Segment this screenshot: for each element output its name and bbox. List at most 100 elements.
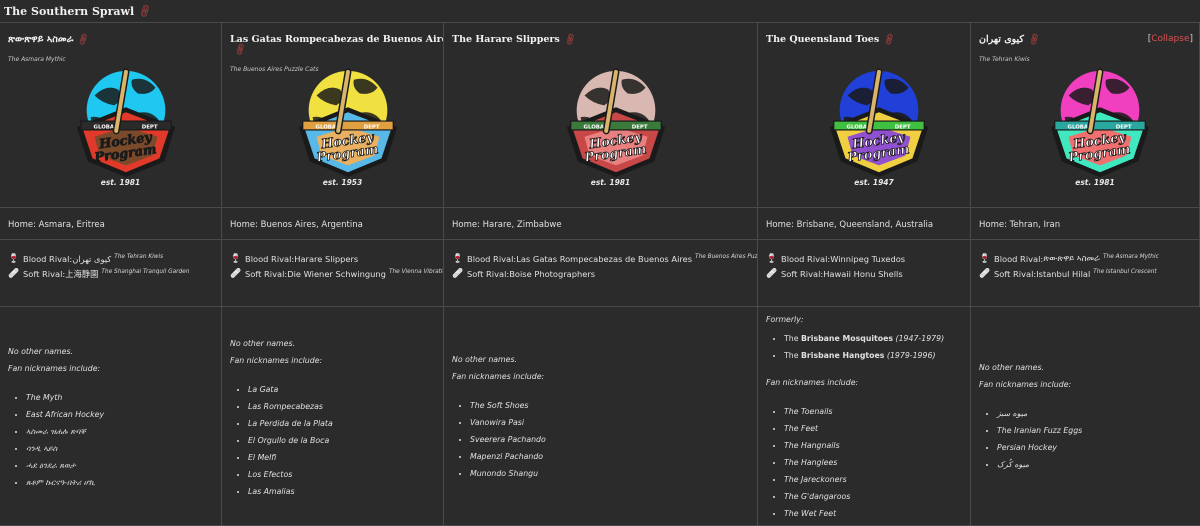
wine-glass-icon: 🍷 <box>979 253 991 264</box>
team-name: ጽውጽዋይ ኣስመራ <box>8 34 74 45</box>
collapse-button[interactable]: [Collapse] <box>1148 34 1193 44</box>
no-other-names: No other names. <box>979 363 1044 372</box>
blood-rival-label: Blood Rival: <box>245 253 295 264</box>
blood-rival-name[interactable]: Harare Slippers <box>294 254 358 264</box>
team-home-cell: Home: Buenos Aires, Argentina <box>222 208 444 240</box>
fan-nickname-item: The Hanglees <box>784 454 962 471</box>
fan-nickname-item: The Feet <box>784 420 962 437</box>
fan-nickname-item: میوه کُرک <box>997 456 1192 473</box>
team-logo: GLOBAL DEPTHockeyProgram <box>298 68 397 178</box>
team-title-row: ጽውጽዋይ ኣስመራ 🔗︎ <box>8 33 213 47</box>
soft-rival-name[interactable]: Hawaii Honu Shells <box>823 269 902 279</box>
fan-nickname-item: میوه سبز <box>997 405 1192 422</box>
fan-nickname-item: The Hangnails <box>784 437 962 454</box>
team-header-cell: ጽውጽዋይ ኣስመራ 🔗︎ The Asmara Mythic GLOBAL DEPT H… <box>0 23 222 208</box>
team-home: Home: Tehran, Iran <box>979 220 1061 230</box>
team-home: Home: Asmara, Eritrea <box>8 220 105 230</box>
former-names-list: The Brisbane Mosquitoes (1947-1979)The B… <box>766 330 962 364</box>
link-icon[interactable]: 🔗︎ <box>1027 33 1042 47</box>
former-name: Brisbane Hangtoes <box>800 351 885 360</box>
former-name-years: (1947-1979) <box>893 334 945 343</box>
fan-nickname-item: East African Hockey <box>26 406 213 423</box>
team-home-cell: Home: Tehran, Iran <box>971 208 1200 240</box>
bandage-icon: 🩹 <box>979 268 991 279</box>
blood-rival-name[interactable]: Las Gatas Rompecabezas de Buenos Aires <box>516 254 692 264</box>
soft-rival-name[interactable]: Die Wiener Schwingung <box>287 269 386 279</box>
fan-nickname-item: Los Efectos <box>248 466 435 483</box>
team-name: Las Gatas Rompecabezas de Buenos Aires <box>230 34 444 45</box>
team-established: est. 1953 <box>322 178 363 187</box>
fan-nickname-item: The Myth <box>26 389 213 406</box>
team-name: کیوی تهران <box>979 34 1024 45</box>
link-icon[interactable]: 🔗︎ <box>137 3 154 19</box>
fan-nickname-item: Las Amalias <box>248 483 435 500</box>
blood-rival-line: 🍷 Blood Rival: Harare Slippers <box>230 251 435 266</box>
soft-rival-label: Soft Rival: <box>467 268 510 279</box>
soft-rival-label: Soft Rival: <box>781 268 824 279</box>
team-names-cell: No other names. Fan nicknames include: The… <box>0 307 222 526</box>
team-names-cell: No other names. Fan nicknames include: La … <box>222 307 444 526</box>
team-home-cell: Home: Harare, Zimbabwe <box>444 208 758 240</box>
section-header: The Southern Sprawl 🔗︎ <box>0 0 1200 22</box>
team-title-row: Las Gatas Rompecabezas de Buenos Aires🔗︎ <box>230 34 443 57</box>
team-tagline: The Tehran Kiwis <box>979 56 1030 63</box>
blood-rival-label: Blood Rival: <box>781 253 831 264</box>
no-other-names: No other names. <box>452 355 517 364</box>
former-name: Brisbane Mosquitoes <box>800 334 894 343</box>
team-home: Home: Harare, Zimbabwe <box>452 220 562 230</box>
team-logo: GLOBAL DEPTHockeyProgram <box>1050 68 1150 178</box>
fan-nickname-item: La Perdida de la Plata <box>248 415 435 432</box>
soft-rival-translation: The Shanghai Tranquil Garden <box>101 268 190 275</box>
team-rivals-cell: 🍷 Blood Rival: Harare Slippers 🩹 Soft Rival… <box>222 240 444 307</box>
team-rivals-cell: 🍷 Blood Rival: ጽውጽዋይ ኣስመራ The Asmara Mythi… <box>971 240 1200 307</box>
no-other-names: No other names. <box>8 347 73 356</box>
team-title-row: The Harare Slippers 🔗︎ <box>452 33 749 47</box>
blood-rival-name[interactable]: کیوی تهران <box>72 254 111 264</box>
blood-rival-name[interactable]: Winnipeg Tuxedos <box>830 254 905 264</box>
fan-nicknames-list: The ToenailsThe FeetThe HangnailsThe Han… <box>766 403 962 522</box>
fan-nickname-item: ኣስመራ ዝሐሉ ጽባቐ <box>26 423 213 440</box>
soft-rival-name[interactable]: 上海静園 <box>65 268 98 280</box>
former-name-prefix: The <box>784 334 801 343</box>
blood-rival-name[interactable]: ጽውጽዋይ ኣስመራ <box>1043 253 1100 264</box>
blood-rival-line: 🍷 Blood Rival: Las Gatas Rompecabezas de … <box>452 251 757 266</box>
teams-table: ጽውጽዋይ ኣስመራ 🔗︎ The Asmara Mythic GLOBAL DEPT H… <box>0 22 1200 526</box>
soft-rival-translation: The Vienna Vibration <box>388 268 444 275</box>
link-icon[interactable]: 🔗︎ <box>563 33 578 47</box>
soft-rival-line: 🩹 Soft Rival: Istanbul Hilal The Istanbul … <box>979 266 1191 281</box>
former-name-item: The Brisbane Mosquitoes (1947-1979) <box>784 330 962 347</box>
fan-nickname-item: Persian Hockey <box>997 439 1192 456</box>
soft-rival-line: 🩹 Soft Rival: Die Wiener Schwingung The Vi… <box>230 266 443 281</box>
soft-rival-name[interactable]: Boise Photographers <box>509 269 595 279</box>
soft-rival-label: Soft Rival: <box>23 268 66 279</box>
soft-rival-name[interactable]: Istanbul Hilal <box>1036 269 1090 279</box>
fan-nickname-item: ሳንዲ ኣይስ <box>26 440 213 457</box>
blood-rival-line: 🍷 Blood Rival: کیوی تهران The Tehran Kiwis <box>8 251 213 266</box>
blood-rival-translation: The Buenos Aires Puzzle Cats <box>695 253 758 260</box>
team-title-row: The Queensland Toes 🔗︎ <box>766 33 962 47</box>
fan-nickname-item: The Soft Shoes <box>470 397 749 414</box>
team-logo: GLOBAL DEPTHockeyProgram <box>76 68 175 178</box>
collapse-label[interactable]: Collapse <box>1151 34 1189 44</box>
fan-nickname-item: The G'dangaroos <box>784 488 962 505</box>
link-icon[interactable]: 🔗︎ <box>882 33 897 47</box>
team-established: est. 1981 <box>1075 178 1115 187</box>
team-names-cell: Formerly: The Brisbane Mosquitoes (1947-1… <box>758 307 971 526</box>
blood-rival-label: Blood Rival: <box>467 253 517 264</box>
former-name-years: (1979-1996) <box>884 351 936 360</box>
fan-nickname-item: Sveerera Pachando <box>470 431 749 448</box>
soft-rival-line: 🩹 Soft Rival: 上海静園 The Shanghai Tranquil G… <box>8 266 213 281</box>
fan-nickname-item: The Toenails <box>784 403 962 420</box>
fan-nickname-item: Munondo Shangu <box>470 465 749 482</box>
bandage-icon: 🩹 <box>8 268 20 279</box>
link-icon[interactable]: 🔗︎ <box>233 43 248 57</box>
team-tagline: The Asmara Mythic <box>8 56 66 63</box>
fan-nickname-item: Vanowira Pasi <box>470 414 749 431</box>
team-home: Home: Buenos Aires, Argentina <box>230 220 363 230</box>
team-header-cell: The Harare Slippers 🔗︎ GLOBAL DEPT Hockey Pro… <box>444 23 758 208</box>
team-rivals-cell: 🍷 Blood Rival: Winnipeg Tuxedos 🩹 Soft Riva… <box>758 240 971 307</box>
team-rivals-cell: 🍷 Blood Rival: کیوی تهران The Tehran Kiwis… <box>0 240 222 307</box>
soft-rival-label: Soft Rival: <box>245 268 288 279</box>
bandage-icon: 🩹 <box>230 268 242 279</box>
link-icon[interactable]: 🔗︎ <box>77 33 92 47</box>
